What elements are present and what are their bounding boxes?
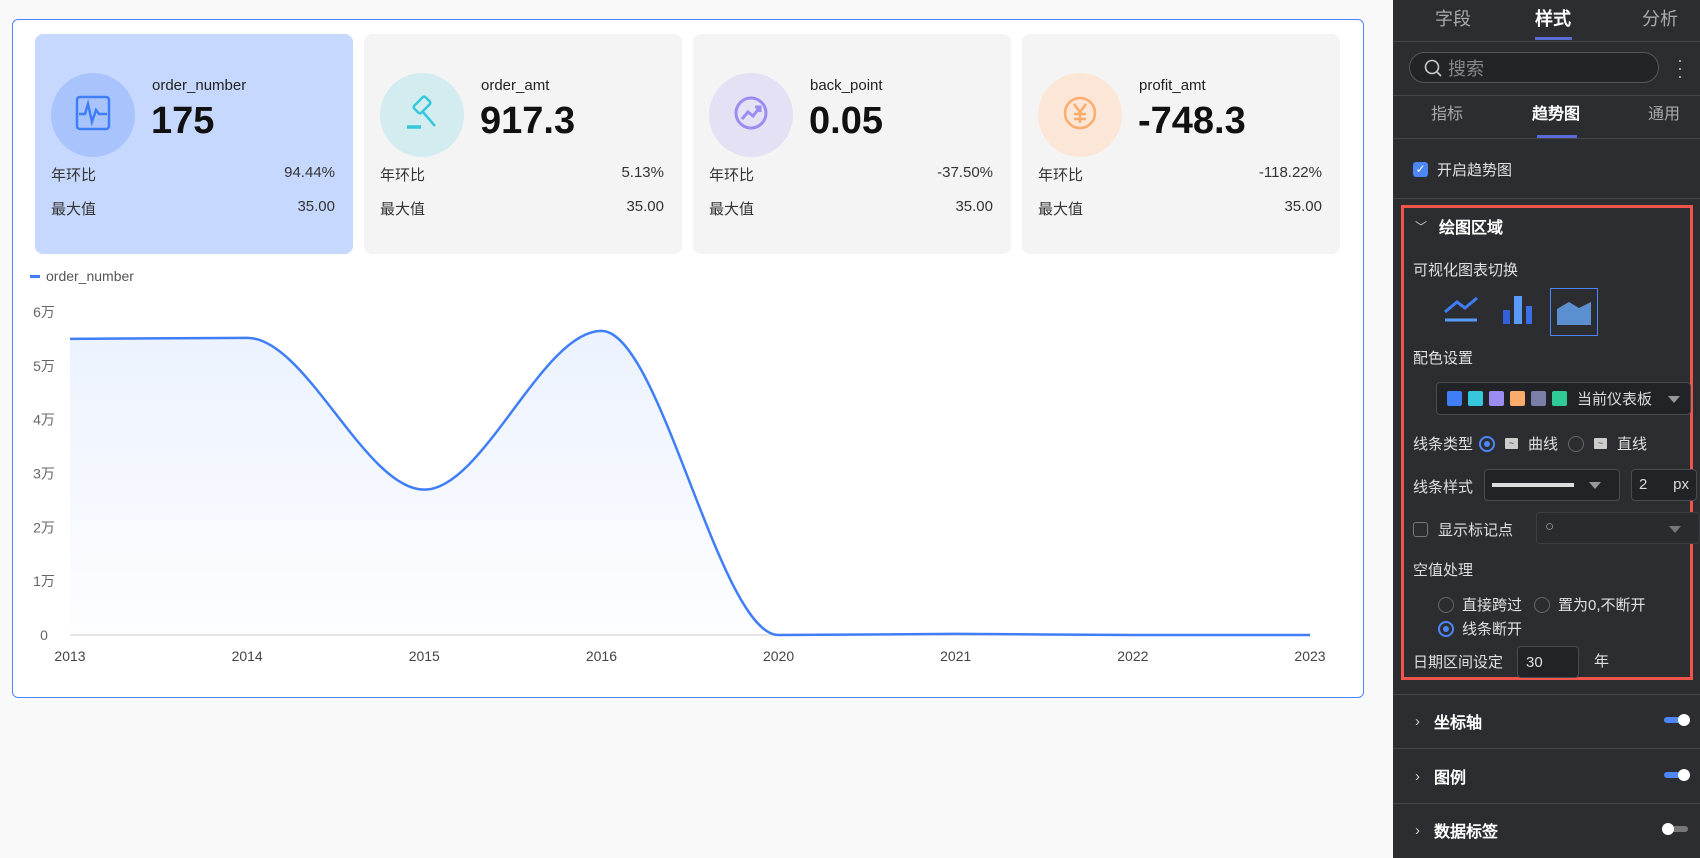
y-tick-label: 6万 [33, 304, 55, 320]
y-tick-label: 2万 [33, 519, 55, 535]
section-title: 坐标轴 [1434, 715, 1483, 732]
section-toggle[interactable] [1664, 714, 1690, 726]
line-style-label: 线条样式 [1413, 479, 1474, 496]
color-label: 配色设置 [1413, 350, 1474, 367]
x-tick-label: 2014 [232, 648, 263, 664]
section-toggle[interactable] [1664, 769, 1690, 781]
x-tick-label: 2015 [409, 648, 440, 664]
search-placeholder: 搜索 [1448, 58, 1484, 79]
straight-icon: ~ [1594, 438, 1608, 449]
palette-swatch [1531, 391, 1546, 406]
straight-radio[interactable] [1568, 435, 1585, 452]
section-title: 数据标签 [1434, 824, 1499, 841]
palette-name: 当前仪表板 [1577, 391, 1653, 408]
line-width-input[interactable]: 2 px [1631, 469, 1697, 501]
y-tick-label: 1万 [33, 573, 55, 589]
palette-swatch [1447, 391, 1462, 406]
curve-radio[interactable] [1479, 435, 1496, 452]
search-input[interactable]: 搜索 [1409, 52, 1659, 83]
palette-swatch [1468, 391, 1483, 406]
px-unit: px [1673, 476, 1689, 493]
solid-line-preview [1492, 483, 1574, 487]
show-markers-label: 显示标记点 [1438, 522, 1514, 539]
chevron-right-icon: › [1415, 767, 1420, 785]
chevron-right-icon: › [1415, 712, 1420, 730]
skip-label: 直接跨过 [1462, 597, 1523, 614]
checkbox-unchecked-icon [1413, 522, 1428, 537]
x-tick-label: 2023 [1294, 648, 1325, 664]
more-icon[interactable]: · · · [1676, 51, 1684, 85]
tab-underline [1535, 37, 1572, 40]
section-plot-area-header[interactable]: ﹀ 绘图区域 [1415, 214, 1503, 238]
break-radio[interactable] [1438, 620, 1454, 637]
palette-swatch [1552, 391, 1567, 406]
search-icon [1424, 59, 1442, 77]
date-range-label: 日期区间设定 [1413, 654, 1504, 671]
tab-fields[interactable]: 字段 [1435, 5, 1471, 31]
subtab-metric[interactable]: 指标 [1431, 100, 1463, 124]
line-style-select[interactable] [1484, 469, 1620, 501]
palette-select[interactable]: 当前仪表板 [1436, 382, 1691, 415]
tab-analysis[interactable]: 分析 [1642, 5, 1678, 31]
null-handling-label: 空值处理 [1413, 562, 1474, 579]
section-title: 绘图区域 [1439, 220, 1504, 237]
x-tick-label: 2022 [1117, 648, 1148, 664]
curve-label: 曲线 [1528, 436, 1559, 453]
checkbox-checked-icon: ✓ [1413, 162, 1428, 177]
x-tick-label: 2020 [763, 648, 794, 664]
style-panel: 字段 样式 分析 搜索 · · · 指标 趋势图 通用 ✓ 开启趋势图 ﹀ 绘图区域… [1393, 0, 1700, 858]
date-range-input[interactable]: 30 [1517, 646, 1579, 678]
curve-icon: ~ [1505, 438, 1519, 449]
area-chart-type-button[interactable] [1550, 288, 1598, 336]
skip-radio[interactable] [1438, 596, 1454, 613]
section-toggle[interactable] [1662, 823, 1688, 835]
section-header[interactable]: › 数据标签 [1415, 818, 1498, 842]
year-unit: 年 [1594, 653, 1610, 670]
palette-swatch [1489, 391, 1504, 406]
line-width-value: 2 [1639, 476, 1648, 493]
y-tick-label: 5万 [33, 358, 55, 374]
x-tick-label: 2013 [54, 648, 85, 664]
dropdown-arrow-icon [1668, 396, 1680, 403]
enable-trend-label: 开启趋势图 [1437, 162, 1513, 179]
dropdown-arrow-icon [1669, 526, 1681, 533]
section-header[interactable]: › 图例 [1415, 764, 1466, 788]
chart-switch-label: 可视化图表切换 [1413, 262, 1519, 279]
y-tick-label: 3万 [33, 466, 55, 482]
section-title: 图例 [1434, 770, 1467, 787]
bar-chart-type-icon[interactable] [1499, 292, 1539, 326]
zero-radio[interactable] [1534, 596, 1551, 613]
section-header[interactable]: › 坐标轴 [1415, 709, 1482, 733]
y-tick-label: 4万 [33, 412, 55, 428]
x-tick-label: 2016 [586, 648, 617, 664]
zero-label: 置为0,不断开 [1558, 597, 1646, 614]
subtab-trend[interactable]: 趋势图 [1532, 100, 1580, 124]
tab-style[interactable]: 样式 [1535, 5, 1571, 31]
show-markers-checkbox[interactable]: 显示标记点 [1413, 519, 1513, 540]
y-tick-label: 0 [40, 627, 48, 643]
marker-symbol: ○ [1545, 518, 1555, 535]
area-chart-icon [1557, 302, 1591, 325]
x-tick-label: 2021 [940, 648, 971, 664]
chevron-down-icon: ﹀ [1415, 219, 1428, 234]
chevron-right-icon: › [1415, 821, 1420, 839]
date-range-value: 30 [1526, 654, 1543, 671]
marker-select[interactable]: ○ [1536, 512, 1700, 544]
line-type-label: 线条类型 [1413, 436, 1474, 453]
straight-label: 直线 [1617, 436, 1648, 453]
subtab-general[interactable]: 通用 [1648, 100, 1680, 124]
dropdown-arrow-icon [1589, 482, 1601, 489]
panel-tabs: 字段 样式 分析 [1393, 0, 1700, 42]
enable-trend-checkbox[interactable]: ✓ 开启趋势图 [1413, 159, 1512, 180]
trend-chart: 0 1万 2万 3万 4万 5万 6万 2013 2014 2015 2016 2020 2021 202… [33, 304, 1326, 664]
line-chart-type-icon[interactable] [1441, 292, 1481, 326]
palette-swatch [1510, 391, 1525, 406]
break-label: 线条断开 [1462, 621, 1523, 638]
